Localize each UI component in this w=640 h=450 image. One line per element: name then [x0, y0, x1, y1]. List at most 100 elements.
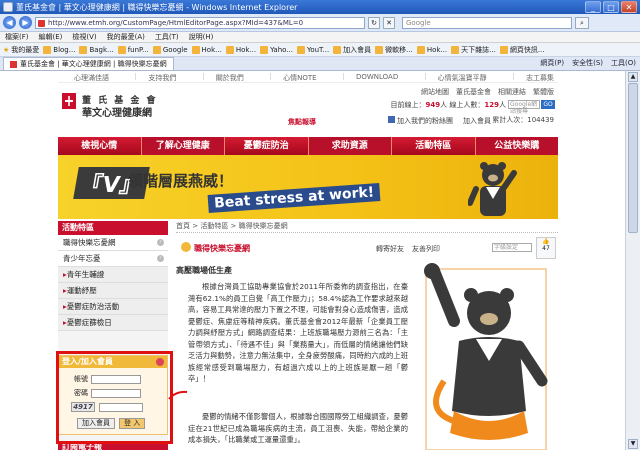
minimize-button[interactable]: _: [585, 1, 601, 13]
fav-link[interactable]: 網頁快訊...: [499, 45, 545, 55]
logo-site-name[interactable]: 華文心理健康網: [82, 104, 152, 119]
menu-file[interactable]: 檔案(F): [5, 32, 29, 42]
stat-label: 目前線上：: [390, 101, 426, 109]
stop-icon[interactable]: ✕: [383, 16, 395, 29]
topnav-link[interactable]: 心情氣溫寶平靜: [424, 73, 487, 82]
favorites-button[interactable]: ★ 我的最愛: [3, 45, 39, 55]
main-nav: 檢視心情 了解心理健康 憂鬱症防治 求助資源 活動特區 公益快樂購: [58, 137, 558, 155]
newsletter-header[interactable]: 訂閱電子報: [58, 441, 168, 450]
fav-link[interactable]: 加入會員: [333, 45, 371, 55]
fav-link[interactable]: 天下雜誌...: [451, 45, 496, 55]
fav-label: 微軟移...: [385, 45, 413, 54]
facebook-like-button[interactable]: 👍 47: [536, 237, 556, 259]
sidebar-item-label: 運動紓壓: [66, 286, 97, 295]
topnav-link[interactable]: 心理滿佳語: [62, 73, 109, 82]
fav-link[interactable]: Yaho...: [260, 45, 293, 54]
member-login-box: 登入/加入會員 帳號 密碼 4917 加入會員 登 入: [58, 355, 168, 435]
sidebar-item-screening[interactable]: ▸憂鬱症篩檢日: [58, 315, 168, 331]
browser-search-input[interactable]: Google: [402, 16, 572, 29]
menu-tools[interactable]: 工具(T): [155, 32, 179, 42]
close-button[interactable]: ✕: [621, 1, 637, 13]
favorites-label: 我的最愛: [11, 45, 40, 54]
scroll-down-icon[interactable]: ▼: [628, 439, 638, 449]
breadcrumb: 首頁 > 活動特區 > 職得快樂忘憂網: [176, 221, 558, 233]
logo-icon[interactable]: [62, 93, 76, 109]
back-arrow-icon[interactable]: ◀: [3, 16, 16, 29]
fav-link[interactable]: Hok...: [191, 45, 222, 54]
fan-page-link[interactable]: 加入我們的粉絲團: [388, 116, 453, 126]
account-input[interactable]: [91, 374, 141, 384]
menu-view[interactable]: 檢視(V): [72, 32, 96, 42]
topnav-link[interactable]: 心情NOTE: [270, 73, 317, 82]
bear-mascot-icon: [468, 162, 517, 216]
vertical-scrollbar[interactable]: ▲ ▼: [625, 71, 640, 450]
cmd-tools[interactable]: 工具(O): [611, 58, 636, 68]
sidebar-item-prevention[interactable]: ▸憂鬱症防治活動: [58, 299, 168, 315]
fav-link[interactable]: YouT...: [296, 45, 329, 54]
forward-arrow-icon[interactable]: ▶: [19, 16, 32, 29]
main-content: 首頁 > 活動特區 > 職得快樂忘憂網 職得快樂忘憂網 轉寄好友 友善列印 字級…: [168, 221, 558, 450]
util-link[interactable]: 董氏基金會: [456, 87, 491, 97]
hero-banner[interactable]: 『V』 領階層展燕威！ Beat stress at work!: [58, 155, 558, 219]
scrollbar-thumb[interactable]: [628, 83, 638, 233]
sidebar-item-exercise[interactable]: ▸運動紓壓: [58, 283, 168, 299]
scroll-up-icon[interactable]: ▲: [628, 72, 638, 82]
captcha-input[interactable]: [99, 402, 143, 412]
login-button[interactable]: 登 入: [119, 418, 146, 429]
favorites-bar: ★ 我的最愛 Blog... Bagk... funP... Google Hok…: [0, 43, 640, 57]
visitor-stats: 目前線上：949人 線上人數：129人: [391, 100, 506, 110]
nav-check-mood[interactable]: 檢視心情: [58, 137, 141, 155]
site-header: 董 氏 基 金 會 華文心理健康網 網站地圖 董氏基金會 相關連結 繁體版 目前…: [58, 83, 558, 135]
nav-events[interactable]: 活動特區: [391, 137, 475, 155]
nav-resources[interactable]: 求助資源: [307, 137, 391, 155]
search-icon[interactable]: ⌕: [575, 16, 589, 29]
forward-friend-link[interactable]: 轉寄好友: [376, 244, 404, 254]
util-link[interactable]: 繁體版: [533, 87, 554, 97]
fav-link[interactable]: Hok...: [416, 45, 447, 54]
util-link[interactable]: 相關連結: [498, 87, 526, 97]
sidebar-item-teen[interactable]: 青少年忘憂 ›: [58, 251, 168, 267]
cmd-page[interactable]: 網頁(P): [540, 58, 564, 68]
font-size-select[interactable]: 字級設定: [492, 243, 532, 252]
menu-help[interactable]: 說明(H): [189, 32, 214, 42]
url-input[interactable]: http://www.etmh.org/CustomPage/HtmlEdito…: [35, 16, 365, 29]
article-section-title: 職得快樂忘憂網: [194, 244, 250, 253]
topnav-link[interactable]: 志工募集: [512, 73, 554, 82]
fav-link[interactable]: Bagk...: [79, 45, 114, 54]
sidebar-item-youth[interactable]: ▸青年生輔證: [58, 267, 168, 283]
stat-value: 949: [425, 101, 441, 109]
collapse-icon[interactable]: [156, 358, 164, 366]
maximize-button[interactable]: □: [603, 1, 619, 13]
join-member-button[interactable]: 加入會員: [77, 418, 115, 429]
nav-depression[interactable]: 憂鬱症防治: [224, 137, 308, 155]
fav-link[interactable]: funP...: [117, 45, 149, 54]
nav-mental-health[interactable]: 了解心理健康: [140, 137, 224, 155]
fav-link[interactable]: Google: [152, 45, 188, 54]
topnav-link[interactable]: DOWNLOAD: [342, 73, 398, 81]
menu-favorites[interactable]: 我的最愛(A): [107, 32, 145, 42]
site-search-button[interactable]: GO: [541, 100, 555, 109]
nav-charity-shop[interactable]: 公益快樂購: [474, 137, 558, 155]
topnav-link[interactable]: 關於我們: [202, 73, 244, 82]
print-link[interactable]: 友善列印: [412, 244, 440, 254]
menu-edit[interactable]: 編輯(E): [39, 32, 63, 42]
fav-link[interactable]: Hok...: [225, 45, 256, 54]
focus-news-link[interactable]: 焦點報導: [288, 117, 316, 127]
fav-link[interactable]: Blog...: [43, 45, 76, 54]
topnav-link[interactable]: 支持我們: [135, 73, 176, 82]
captcha-row: 4917: [59, 402, 143, 412]
password-input[interactable]: [91, 388, 141, 398]
join-member-link[interactable]: 加入會員: [463, 116, 491, 126]
fav-link[interactable]: 微軟移...: [375, 45, 413, 55]
window-titlebar: 董氏基金會 | 華文心理健康網 | 職得快樂忘憂網 - Windows Inte…: [0, 0, 640, 14]
site-search-input[interactable]: Google網站搜尋: [508, 100, 540, 115]
tab-label: 董氏基金會 | 華文心理健康網 | 職得快樂忘憂網: [20, 60, 167, 68]
like-icon: 👍: [542, 238, 550, 245]
util-link[interactable]: 網站地圖: [421, 87, 449, 97]
cmd-safety[interactable]: 安全性(S): [572, 58, 603, 68]
fav-label: Blog...: [53, 45, 76, 54]
refresh-icon[interactable]: ↻: [368, 16, 380, 29]
window-controls: _ □ ✕: [585, 1, 637, 13]
sidebar-item-worry-free[interactable]: 職得快樂忘憂網 ›: [58, 235, 168, 251]
tab-current[interactable]: 董氏基金會 | 華文心理健康網 | 職得快樂忘憂網: [3, 57, 174, 70]
